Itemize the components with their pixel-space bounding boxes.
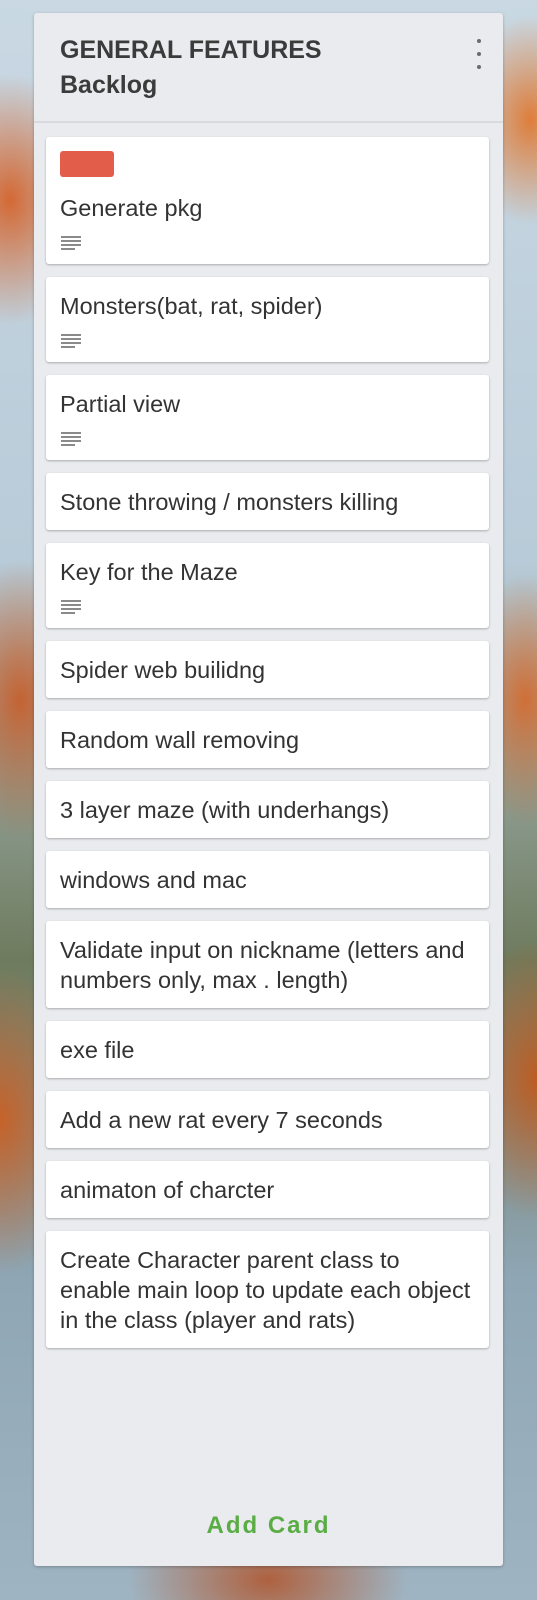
- card[interactable]: exe file: [46, 1021, 489, 1078]
- card[interactable]: windows and mac: [46, 851, 489, 908]
- card[interactable]: Create Character parent class to enable …: [46, 1231, 489, 1348]
- card[interactable]: Key for the Maze: [46, 543, 489, 628]
- card[interactable]: 3 layer maze (with underhangs): [46, 781, 489, 838]
- add-card-button[interactable]: Add Card: [34, 1486, 503, 1566]
- menu-dot: [477, 39, 481, 43]
- card[interactable]: Spider web builidng: [46, 641, 489, 698]
- list-header: GENERAL FEATURES Backlog: [34, 13, 503, 123]
- card[interactable]: Stone throwing / monsters killing: [46, 473, 489, 530]
- card-title: Spider web builidng: [60, 657, 266, 683]
- card-title: Stone throwing / monsters killing: [60, 489, 399, 515]
- card[interactable]: Monsters(bat, rat, spider): [46, 277, 489, 362]
- card-title: Create Character parent class to enable …: [60, 1247, 471, 1333]
- backlog-list: GENERAL FEATURES Backlog Generate pkg Mo…: [34, 13, 503, 1566]
- card[interactable]: Validate input on nickname (letters and …: [46, 921, 489, 1008]
- card[interactable]: Generate pkg: [46, 137, 489, 264]
- list-title[interactable]: GENERAL FEATURES Backlog: [60, 33, 503, 103]
- card-title: exe file: [60, 1037, 135, 1063]
- card-title: animaton of charcter: [60, 1177, 275, 1203]
- menu-dot: [477, 65, 481, 69]
- card-title: Monsters(bat, rat, spider): [60, 293, 323, 319]
- description-icon: [61, 334, 81, 348]
- card-title: 3 layer maze (with underhangs): [60, 797, 390, 823]
- card[interactable]: Partial view: [46, 375, 489, 460]
- card[interactable]: animaton of charcter: [46, 1161, 489, 1218]
- card-title: Random wall removing: [60, 727, 300, 753]
- card[interactable]: Random wall removing: [46, 711, 489, 768]
- card-title: Generate pkg: [60, 195, 203, 221]
- card-title: Validate input on nickname (letters and …: [60, 937, 465, 993]
- description-icon: [61, 600, 81, 614]
- card-label-red: [60, 151, 114, 177]
- card-list: Generate pkg Monsters(bat, rat, spider) …: [46, 137, 489, 1361]
- card-title: Partial view: [60, 391, 181, 417]
- card-title: Key for the Maze: [60, 559, 238, 585]
- vertical-dots-icon[interactable]: [469, 39, 489, 69]
- card[interactable]: Add a new rat every 7 seconds: [46, 1091, 489, 1148]
- description-icon: [61, 432, 81, 446]
- description-icon: [61, 236, 81, 250]
- menu-dot: [477, 52, 481, 56]
- card-title: windows and mac: [60, 867, 247, 893]
- card-title: Add a new rat every 7 seconds: [60, 1107, 383, 1133]
